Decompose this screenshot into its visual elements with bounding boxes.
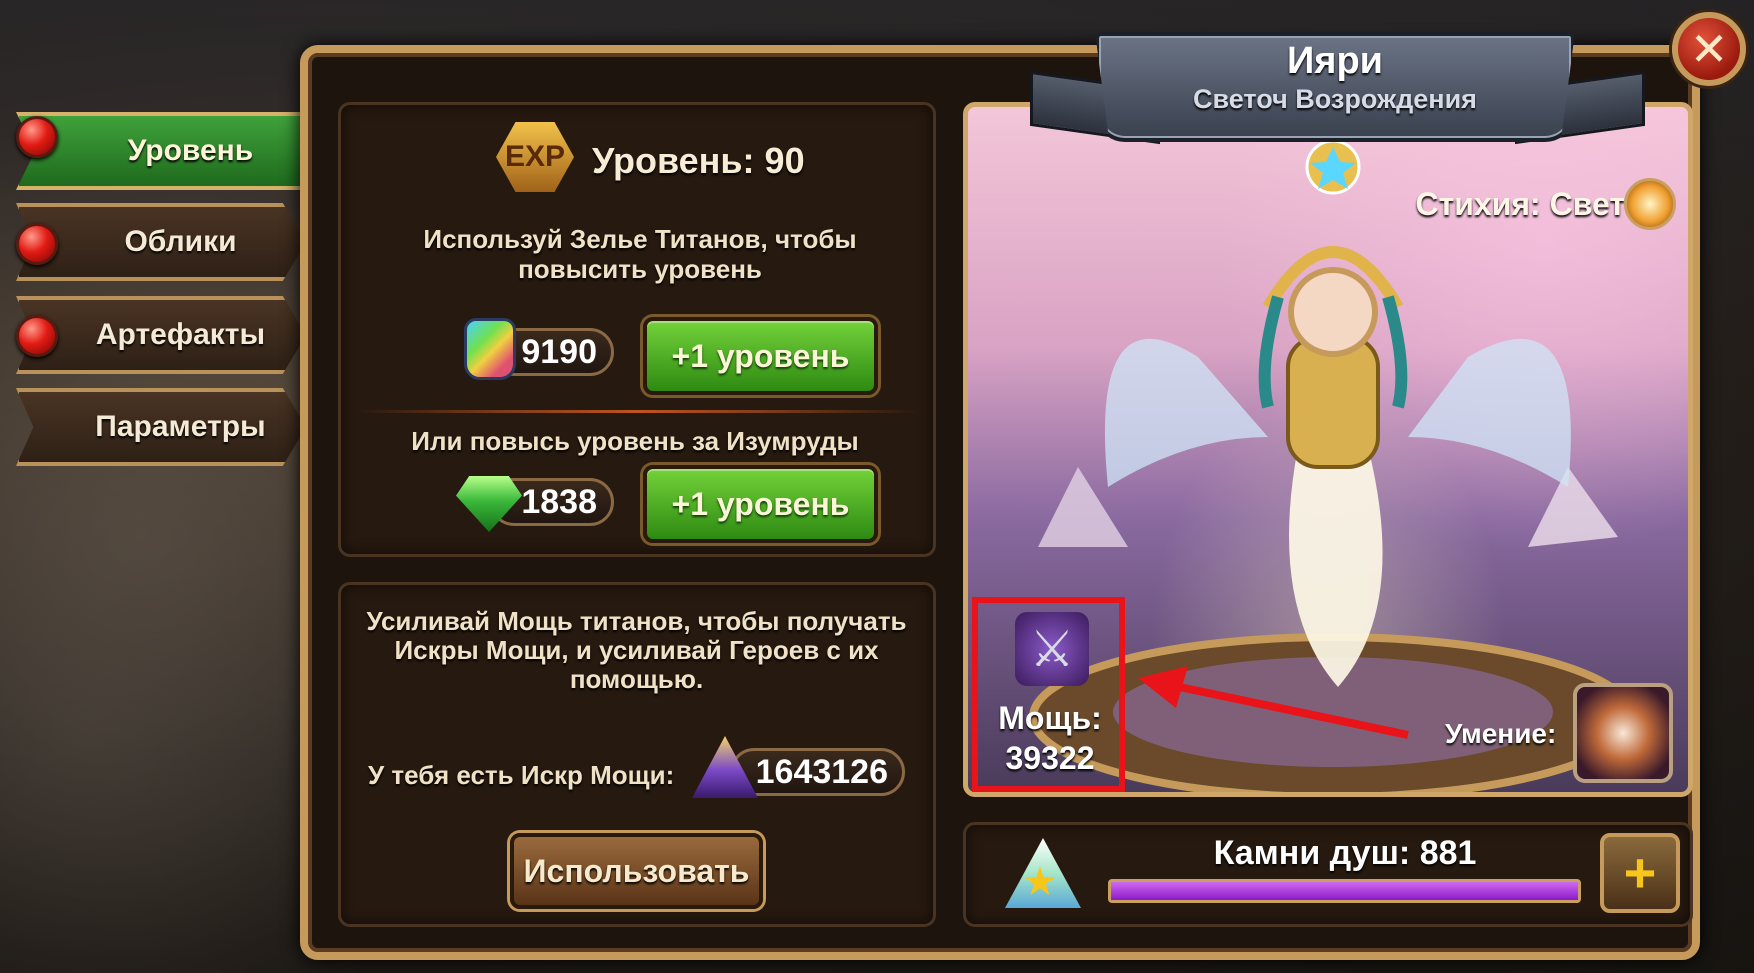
skill-label: Умение:	[1445, 718, 1557, 749]
tab-stats-label: Параметры	[95, 410, 266, 443]
tab-artifacts[interactable]: Артефакты	[16, 296, 306, 374]
soul-stones-label: Камни душ: 881	[1213, 834, 1477, 872]
level-up-potion-button[interactable]: +1 уровень	[643, 317, 878, 395]
close-icon: ✕	[1689, 23, 1729, 75]
soul-star-icon: ★	[1022, 860, 1058, 904]
notification-dot	[16, 223, 58, 265]
exp-badge-text: EXP	[504, 140, 566, 173]
potion-hint: Используй Зелье Титанов, чтобы повысить …	[423, 224, 857, 284]
potion-count: 9190	[521, 332, 597, 371]
sparks-counter: 1643126	[730, 748, 905, 796]
add-soul-stones-button[interactable]: +	[1600, 833, 1680, 913]
power-highlight-box	[972, 597, 1125, 792]
level-up-emerald-button[interactable]: +1 уровень	[643, 465, 878, 543]
use-sparks-button[interactable]: Использовать	[510, 833, 763, 909]
use-sparks-label: Использовать	[523, 852, 750, 889]
titan-potion-icon	[464, 318, 516, 380]
notification-dot	[16, 116, 58, 158]
tab-level[interactable]: Уровень	[16, 112, 336, 190]
hero-element: Стихия: Свет	[1415, 186, 1625, 222]
level-up-potion-label: +1 уровень	[671, 337, 850, 374]
tab-skins-label: Облики	[124, 225, 237, 258]
notification-dot	[16, 315, 58, 357]
skill-button[interactable]	[1573, 683, 1673, 783]
level-up-emerald-label: +1 уровень	[671, 485, 850, 522]
tab-artifacts-label: Артефакты	[95, 318, 266, 351]
light-element-icon	[1624, 178, 1676, 230]
sparks-owned-label: У тебя есть Искр Мощи:	[368, 760, 675, 790]
soul-stones-progress-fill	[1111, 882, 1578, 900]
hero-name: Ияри	[1286, 40, 1384, 82]
sparks-count: 1643126	[755, 752, 888, 791]
close-button[interactable]: ✕	[1672, 12, 1746, 86]
tab-skins[interactable]: Облики	[16, 203, 306, 281]
annotation-arrow	[1138, 666, 1409, 739]
soul-stones-progress-track	[1108, 879, 1581, 903]
plus-icon: +	[1623, 841, 1657, 904]
emerald-count: 1838	[521, 482, 597, 521]
tab-level-label: Уровень	[127, 134, 254, 167]
emerald-hint: Или повысь уровень за Изумруды	[411, 426, 859, 456]
tab-stats[interactable]: Параметры	[16, 388, 306, 466]
sparks-description: Усиливай Мощь титанов, чтобы получать Ис…	[366, 606, 907, 694]
section-divider	[355, 410, 920, 413]
hero-title: Светоч Возрождения	[1193, 84, 1477, 114]
hero-level: Уровень: 90	[592, 140, 805, 181]
